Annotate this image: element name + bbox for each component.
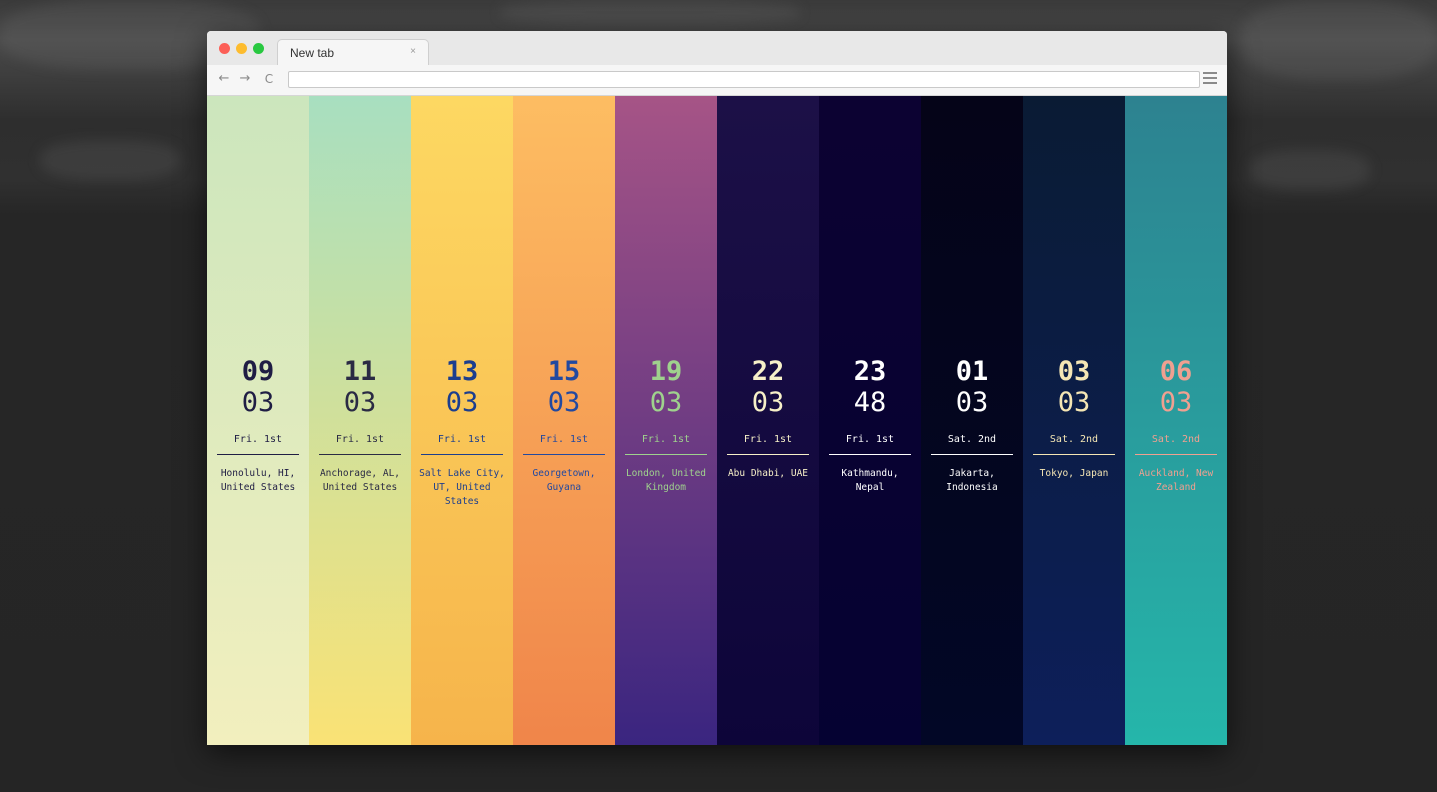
browser-window: New tab × ← → C 09 03 Fri. 1st Honolulu,… — [207, 31, 1227, 745]
clock-minute: 03 — [1057, 387, 1091, 418]
divider — [421, 454, 503, 455]
clock-hour: 01 — [955, 356, 989, 387]
clock-minute: 03 — [1159, 387, 1193, 418]
tab-close-icon[interactable]: × — [410, 46, 416, 57]
tab-title: New tab — [290, 46, 335, 60]
clock-minute: 48 — [853, 387, 887, 418]
clock-minute: 03 — [955, 387, 989, 418]
clock-city: Auckland, New Zealand — [1138, 468, 1214, 493]
window-close-button[interactable] — [219, 43, 230, 54]
clock-city: Jakarta, Indonesia — [946, 468, 998, 493]
divider — [217, 454, 299, 455]
clock-date: Sat. 2nd — [1049, 434, 1099, 445]
clock-hour: 11 — [343, 356, 377, 387]
clock-minute: 03 — [241, 387, 275, 418]
clock-city: London, United Kingdom — [625, 468, 707, 493]
clock-minute: 03 — [445, 387, 479, 418]
clock-column: 23 48 Fri. 1st Kathmandu, Nepal — [819, 96, 921, 745]
clock-hour: 06 — [1159, 356, 1193, 387]
window-maximize-button[interactable] — [253, 43, 264, 54]
clock-date: Sat. 2nd — [1151, 434, 1201, 445]
clock-city: Honolulu, HI, United States — [220, 468, 296, 493]
clock-city: Georgetown, Guyana — [532, 468, 596, 493]
clock-date: Fri. 1st — [641, 434, 691, 445]
clock-date: Fri. 1st — [335, 434, 385, 445]
clock-column: 22 03 Fri. 1st Abu Dhabi, UAE — [717, 96, 819, 745]
clock-column: 15 03 Fri. 1st Georgetown, Guyana — [513, 96, 615, 745]
clock-column: 09 03 Fri. 1st Honolulu, HI, United Stat… — [207, 96, 309, 745]
clock-column: 01 03 Sat. 2nd Jakarta, Indonesia — [921, 96, 1023, 745]
clock-hour: 23 — [853, 356, 887, 387]
clock-city: Salt Lake City, UT, United States — [419, 468, 505, 507]
clock-minute: 03 — [649, 387, 683, 418]
clock-date: Fri. 1st — [845, 434, 895, 445]
hamburger-menu-icon[interactable] — [1203, 72, 1217, 86]
browser-toolbar: ← → C — [207, 65, 1227, 96]
divider — [523, 454, 605, 455]
forward-arrow-icon[interactable]: → — [236, 70, 254, 88]
clock-hour: 13 — [445, 356, 479, 387]
clock-column: 06 03 Sat. 2nd Auckland, New Zealand — [1125, 96, 1227, 745]
divider — [319, 454, 401, 455]
window-minimize-button[interactable] — [236, 43, 247, 54]
clock-hour: 22 — [751, 356, 785, 387]
reload-icon[interactable]: C — [260, 70, 278, 88]
address-bar[interactable] — [288, 71, 1200, 88]
clock-column: 13 03 Fri. 1st Salt Lake City, UT, Unite… — [411, 96, 513, 745]
divider — [931, 454, 1013, 455]
clock-date: Fri. 1st — [743, 434, 793, 445]
world-clock-grid: 09 03 Fri. 1st Honolulu, HI, United Stat… — [207, 96, 1227, 745]
clock-hour: 15 — [547, 356, 581, 387]
clock-date: Fri. 1st — [437, 434, 487, 445]
clock-column: 03 03 Sat. 2nd Tokyo, Japan — [1023, 96, 1125, 745]
clock-city: Tokyo, Japan — [1039, 468, 1109, 479]
divider — [1033, 454, 1115, 455]
clock-hour: 09 — [241, 356, 275, 387]
clock-hour: 19 — [649, 356, 683, 387]
clock-date: Sat. 2nd — [947, 434, 997, 445]
divider — [829, 454, 911, 455]
tab-new-tab[interactable]: New tab × — [277, 39, 429, 66]
clock-column: 11 03 Fri. 1st Anchorage, AL, United Sta… — [309, 96, 411, 745]
clock-date: Fri. 1st — [233, 434, 283, 445]
clock-hour: 03 — [1057, 356, 1091, 387]
divider — [1135, 454, 1217, 455]
divider — [625, 454, 707, 455]
clock-city: Kathmandu, Nepal — [841, 468, 899, 493]
clock-city: Anchorage, AL, United States — [319, 468, 401, 493]
clock-minute: 03 — [343, 387, 377, 418]
clock-minute: 03 — [547, 387, 581, 418]
clock-city: Abu Dhabi, UAE — [727, 468, 809, 479]
title-bar: New tab × — [207, 31, 1227, 66]
back-arrow-icon[interactable]: ← — [215, 70, 233, 88]
clock-date: Fri. 1st — [539, 434, 589, 445]
clock-column: 19 03 Fri. 1st London, United Kingdom — [615, 96, 717, 745]
clock-minute: 03 — [751, 387, 785, 418]
divider — [727, 454, 809, 455]
